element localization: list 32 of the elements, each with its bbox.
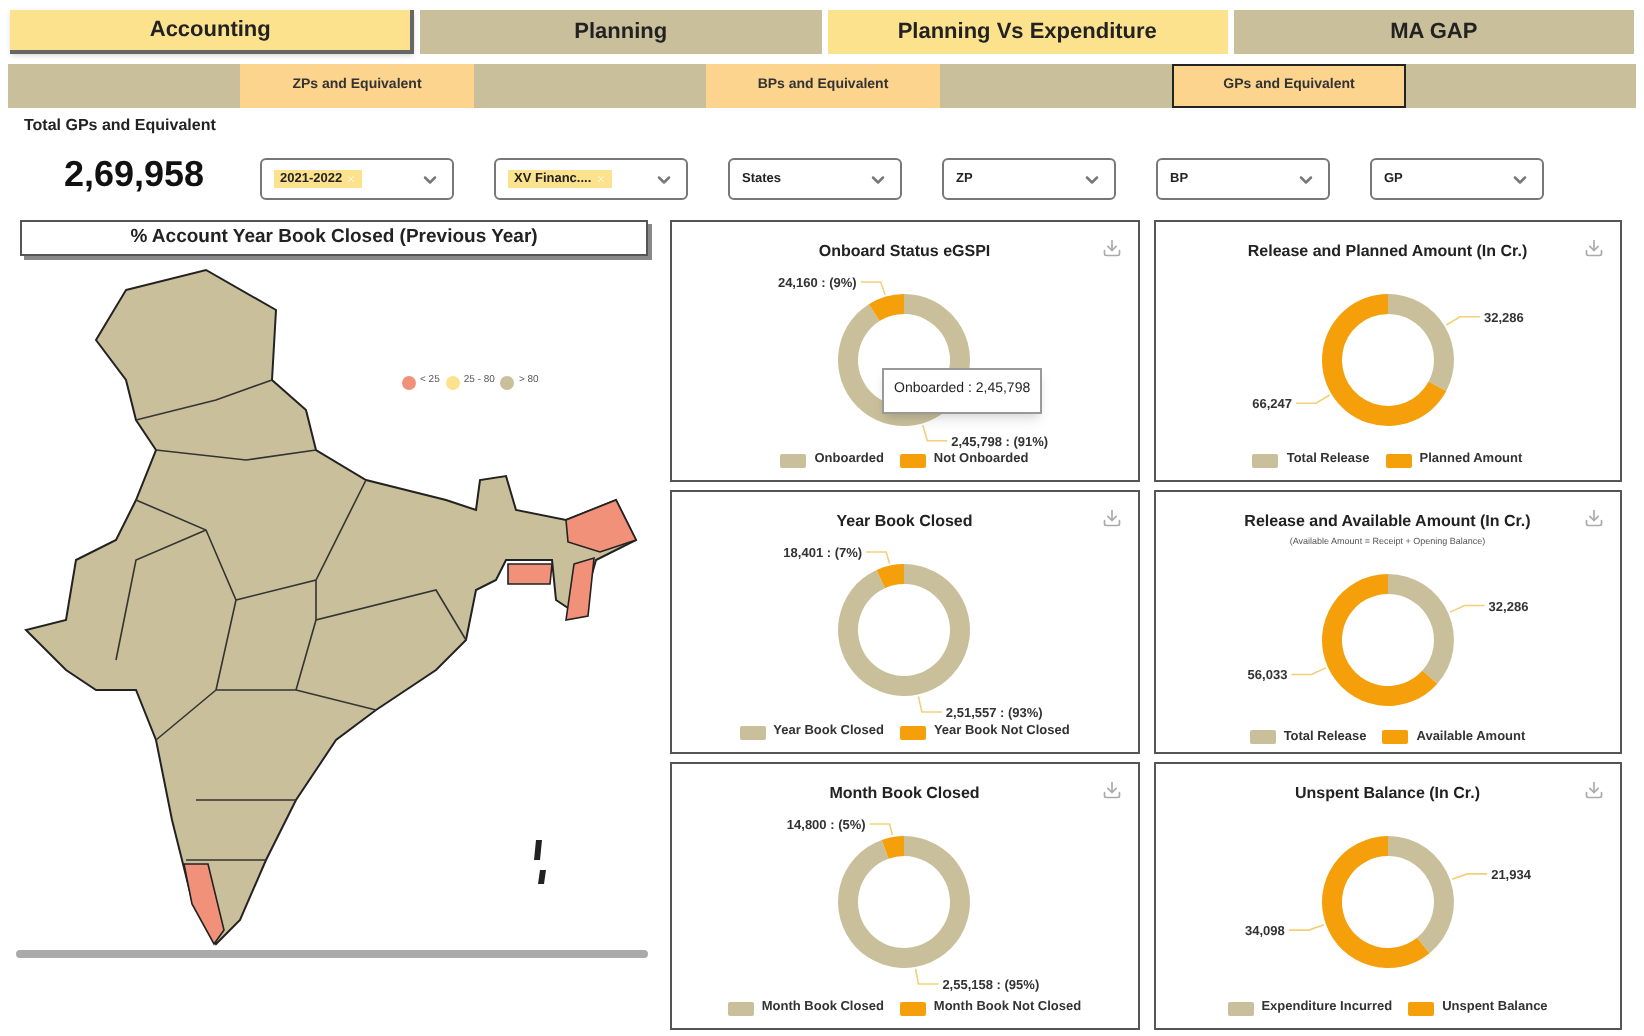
leader-line	[865, 551, 891, 565]
map-title: % Account Year Book Closed (Previous Year)	[20, 220, 648, 257]
leader-line	[869, 823, 894, 836]
leader-line	[1450, 873, 1488, 881]
leader-line	[1448, 604, 1485, 613]
leader-line	[1290, 666, 1327, 675]
download-icon[interactable]	[1101, 780, 1121, 800]
leader-line	[1287, 923, 1325, 931]
leader-line	[860, 281, 887, 296]
leader-line	[1294, 394, 1330, 405]
download-icon[interactable]	[1584, 780, 1604, 800]
total-value: 2,69,958	[64, 152, 207, 198]
nav-tab[interactable]: Accounting	[10, 10, 415, 54]
download-icon[interactable]	[1101, 238, 1121, 258]
chart-title: Month Book Closed	[827, 782, 982, 806]
chart-title: Unspent Balance (In Cr.)	[1293, 782, 1482, 806]
chart-title: Year Book Closed	[834, 510, 975, 534]
download-icon[interactable]	[1584, 508, 1604, 528]
chart-title: Release and Planned Amount (In Cr.)	[1245, 240, 1530, 264]
total-label: Total GPs and Equivalent	[24, 114, 218, 138]
leader-line	[922, 424, 949, 442]
download-icon[interactable]	[1101, 508, 1121, 528]
scrollbar[interactable]	[16, 950, 648, 959]
download-icon[interactable]	[1584, 238, 1604, 258]
leader-line	[915, 968, 940, 985]
nav-tab[interactable]: MA GAP	[1233, 10, 1634, 54]
chart-title: Release and Available Amount (In Cr.)	[1242, 510, 1533, 534]
leader-line	[1445, 315, 1481, 326]
leader-line	[918, 695, 944, 713]
chart-title: Onboard Status eGSPI	[816, 240, 993, 264]
nav-tab[interactable]: Planning Vs Expenditure	[827, 10, 1228, 54]
nav-tab[interactable]: Planning	[420, 10, 821, 54]
